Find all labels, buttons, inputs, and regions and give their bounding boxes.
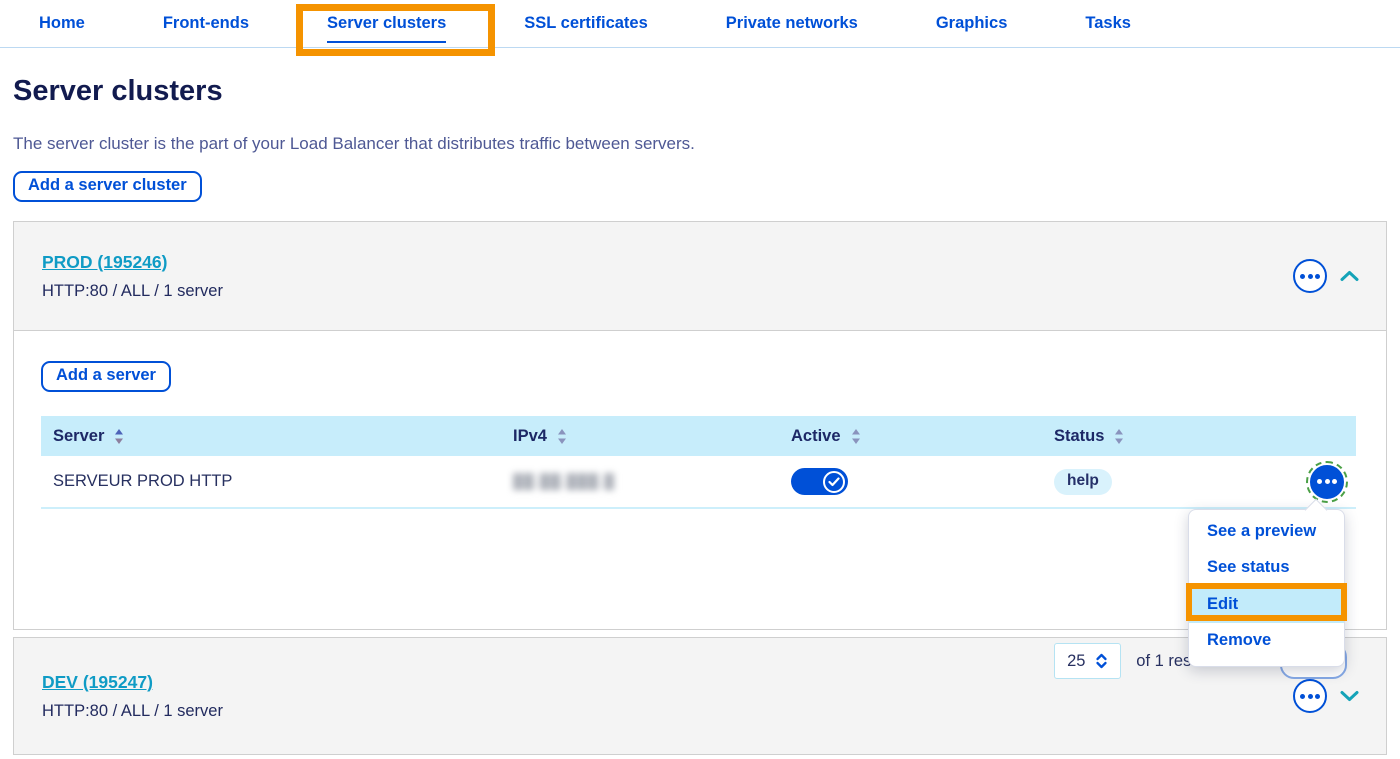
tab-private-networks[interactable]: Private networks <box>726 0 858 47</box>
cluster-body-prod: Add a server Server IPv4 Active Status S… <box>14 330 1386 629</box>
cluster-header-prod: PROD (195246) HTTP:80 / ALL / 1 server <box>14 222 1386 330</box>
page-size-select[interactable]: 25 <box>1054 643 1121 679</box>
table-header-row: Server IPv4 Active Status <box>41 416 1356 456</box>
cluster-header-actions <box>1293 679 1360 713</box>
menu-item-remove[interactable]: Remove <box>1189 623 1344 660</box>
row-actions-button[interactable] <box>1310 465 1344 499</box>
column-header-active[interactable]: Active <box>779 416 1042 456</box>
up-down-chevrons-icon <box>1095 653 1108 669</box>
cluster-header-actions <box>1293 259 1360 293</box>
status-badge: help <box>1054 469 1112 495</box>
servers-table: Server IPv4 Active Status SERVEUR PROD H… <box>41 416 1356 509</box>
column-header-ipv4[interactable]: IPv4 <box>501 416 779 456</box>
server-name-cell: SERVEUR PROD HTTP <box>41 456 501 508</box>
status-actions-cell: help <box>1042 456 1356 508</box>
active-cell <box>779 456 1042 508</box>
tab-server-clusters[interactable]: Server clusters <box>327 0 446 47</box>
column-header-status[interactable]: Status <box>1042 416 1356 456</box>
add-server-cluster-button[interactable]: Add a server cluster <box>13 171 202 202</box>
cluster-summary-dev: HTTP:80 / ALL / 1 server <box>42 702 223 721</box>
tab-tasks[interactable]: Tasks <box>1085 0 1131 47</box>
page-description: The server cluster is the part of your L… <box>13 134 1400 154</box>
add-server-button[interactable]: Add a server <box>41 361 171 392</box>
menu-item-see-a-preview[interactable]: See a preview <box>1189 513 1344 550</box>
sort-arrows-icon[interactable] <box>557 429 567 444</box>
ellipsis-icon <box>1300 694 1305 699</box>
tab-home[interactable]: Home <box>39 0 85 47</box>
ellipsis-icon <box>1300 274 1305 279</box>
cluster-panel-prod: PROD (195246) HTTP:80 / ALL / 1 server A… <box>13 221 1387 630</box>
ellipsis-icon <box>1317 479 1322 484</box>
cluster-actions-button-prod[interactable] <box>1293 259 1327 293</box>
row-actions-menu: See a preview See status Edit Remove <box>1188 509 1345 667</box>
tab-front-ends[interactable]: Front-ends <box>163 0 249 47</box>
sort-arrows-icon[interactable] <box>1114 429 1124 444</box>
menu-item-see-status[interactable]: See status <box>1189 550 1344 587</box>
ipv4-cell: ██.██.███.█ <box>501 456 779 508</box>
active-toggle[interactable] <box>791 468 848 495</box>
sort-arrows-icon[interactable] <box>851 429 861 444</box>
table-row: SERVEUR PROD HTTP ██.██.███.█ help <box>41 456 1356 508</box>
cluster-actions-button-dev[interactable] <box>1293 679 1327 713</box>
page-title: Server clusters <box>13 75 1400 108</box>
menu-item-edit[interactable]: Edit <box>1189 586 1344 623</box>
tab-ssl-certificates[interactable]: SSL certificates <box>524 0 648 47</box>
pagination: 25 of 1 results <box>14 643 1347 679</box>
cluster-link-prod[interactable]: PROD (195246) <box>42 252 167 272</box>
check-icon <box>823 471 845 493</box>
top-nav: Home Front-ends Server clusters SSL cert… <box>0 0 1400 48</box>
cluster-info: PROD (195246) HTTP:80 / ALL / 1 server <box>42 252 223 301</box>
cluster-summary-prod: HTTP:80 / ALL / 1 server <box>42 282 223 301</box>
chevron-down-icon[interactable] <box>1339 689 1360 703</box>
tab-graphics[interactable]: Graphics <box>936 0 1008 47</box>
chevron-up-icon[interactable] <box>1339 269 1360 283</box>
sort-arrows-icon[interactable] <box>114 429 124 444</box>
column-header-server[interactable]: Server <box>41 416 501 456</box>
redacted-ipv4: ██.██.███.█ <box>513 473 615 489</box>
